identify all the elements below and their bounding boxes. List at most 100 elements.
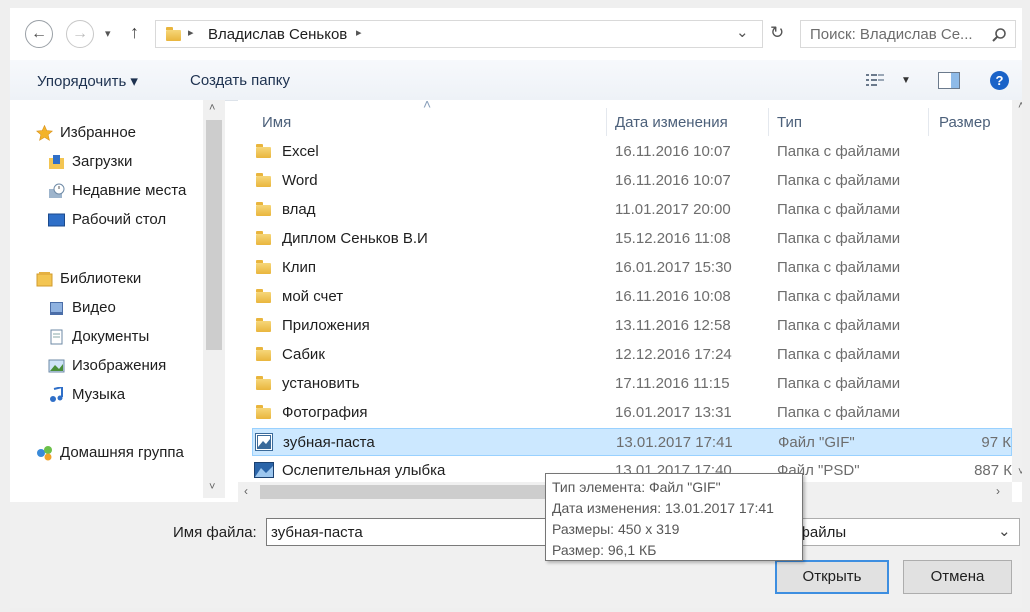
up-button[interactable]: ↑	[130, 22, 139, 43]
file-type-select[interactable]: е файлы ⌄	[780, 518, 1020, 546]
tooltip-size: Размер: 96,1 КБ	[552, 542, 657, 558]
file-name: Сабик	[282, 346, 325, 363]
file-type: Папка с файлами	[777, 259, 901, 276]
file-row[interactable]: Диплом Сеньков В.И 15.12.2016 11:08 Папка …	[252, 225, 1012, 253]
file-list-scrollbar[interactable]: ˄ ˅	[1012, 100, 1022, 482]
file-row[interactable]: мой счет 16.11.2016 10:08 Папка с файлами	[252, 283, 1012, 311]
file-row[interactable]: зубная-паста 13.01.2017 17:41 Файл "GIF" 97…	[252, 428, 1012, 456]
address-row: ← → ▾ ↑ ▸ Владислав Сеньков ▸ ⌄ ↻ Поиск:…	[10, 8, 1022, 60]
view-options-dropdown-icon[interactable]: ▼	[901, 75, 911, 86]
file-date: 11.01.2017 20:00	[615, 201, 731, 218]
navigation-scrollbar[interactable]: ˄ ˅	[203, 100, 225, 498]
folder-icon	[256, 260, 271, 274]
homegroup-icon	[36, 445, 53, 461]
scroll-up-icon[interactable]: ˄	[209, 102, 215, 114]
file-type: Папка с файлами	[777, 201, 901, 218]
file-type: Папка с файлами	[777, 404, 901, 421]
file-list: ˄ Имя Дата изменения Тип Размер Excel 16.…	[238, 100, 1012, 482]
nav-item-label: Изображения	[72, 357, 167, 374]
nav-item-label: Недавние места	[72, 182, 187, 199]
folder-icon	[256, 376, 271, 390]
scroll-right-icon[interactable]: ›	[996, 484, 1000, 498]
file-row[interactable]: установить 17.11.2016 11:15 Папка с файлам…	[252, 370, 1012, 398]
command-toolbar: Упорядочить ▾ Создать папку ▼ ?	[10, 60, 1022, 101]
new-folder-button[interactable]: Создать папку	[190, 72, 290, 89]
filename-input[interactable]: зубная-паста	[266, 518, 546, 546]
file-date: 16.01.2017 15:30	[615, 259, 732, 276]
file-type: Папка с файлами	[777, 317, 901, 334]
file-date: 17.11.2016 11:15	[615, 375, 730, 392]
file-row[interactable]: Сабик 12.12.2016 17:24 Папка с файлами	[252, 341, 1012, 369]
file-date: 16.11.2016 10:07	[615, 172, 731, 189]
refresh-button[interactable]: ↻	[770, 23, 784, 43]
nav-item-label: Видео	[72, 299, 116, 316]
address-history-dropdown-icon[interactable]: ⌄	[736, 23, 749, 41]
file-row[interactable]: влад 11.01.2017 20:00 Папка с файлами	[252, 196, 1012, 224]
file-name: Word	[282, 172, 318, 189]
column-header-date[interactable]: Дата изменения	[615, 114, 728, 131]
help-icon[interactable]: ?	[990, 71, 1009, 90]
open-button[interactable]: Открыть	[775, 560, 889, 594]
psd-image-icon	[254, 462, 274, 482]
column-divider[interactable]	[606, 108, 607, 136]
scrollbar-thumb[interactable]	[206, 120, 222, 350]
folder-icon	[256, 405, 271, 419]
file-row[interactable]: Excel 16.11.2016 10:07 Папка с файлами	[252, 138, 1012, 166]
scroll-left-icon[interactable]: ‹	[244, 484, 248, 498]
file-row[interactable]: Фотография 16.01.2017 13:31 Папка с файлам…	[252, 399, 1012, 427]
folder-icon	[256, 347, 271, 361]
file-date: 13.01.2017 17:41	[616, 434, 733, 451]
file-name: зубная-паста	[283, 434, 375, 451]
tooltip-type: Тип элемента: Файл "GIF"	[552, 479, 721, 495]
folder-icon	[166, 27, 181, 41]
forward-button[interactable]: →	[66, 20, 94, 48]
scroll-up-icon[interactable]: ˄	[1018, 100, 1022, 112]
file-row[interactable]: Клип 16.01.2017 15:30 Папка с файлами	[252, 254, 1012, 282]
search-input[interactable]: Поиск: Владислав Се...	[810, 26, 973, 43]
column-divider[interactable]	[768, 108, 769, 136]
scroll-down-icon[interactable]: ˅	[1018, 466, 1022, 478]
folder-icon	[256, 231, 271, 245]
file-size: 887 К	[974, 462, 1012, 479]
file-row[interactable]: Приложения 13.11.2016 12:58 Папка с файлам…	[252, 312, 1012, 340]
file-date: 16.01.2017 13:31	[615, 404, 732, 421]
nav-item-label: Домашняя группа	[60, 444, 184, 461]
libraries-icon	[36, 271, 53, 287]
organize-button[interactable]: Упорядочить ▾	[37, 72, 138, 90]
cancel-button[interactable]: Отмена	[903, 560, 1012, 594]
recent-locations-dropdown[interactable]: ▾	[105, 27, 111, 40]
view-options-icon[interactable]	[866, 73, 884, 87]
column-header-size[interactable]: Размер	[939, 114, 991, 131]
file-type: Папка с файлами	[777, 143, 901, 160]
forward-arrow-icon: →	[72, 25, 88, 42]
address-bar[interactable]: ▸ Владислав Сеньков ▸ ⌄	[155, 20, 763, 48]
nav-item-label: Загрузки	[72, 153, 133, 170]
search-icon[interactable]	[991, 27, 1007, 43]
file-name: Excel	[282, 143, 319, 160]
breadcrumb-current-folder[interactable]: Владислав Сеньков	[208, 26, 347, 43]
chevron-down-icon: ⌄	[998, 523, 1011, 540]
column-header-name[interactable]: Имя	[262, 114, 291, 131]
file-row[interactable]: Word 16.11.2016 10:07 Папка с файлами	[252, 167, 1012, 195]
breadcrumb-separator-icon[interactable]: ▸	[356, 26, 362, 39]
scroll-down-icon[interactable]: ˅	[209, 481, 215, 493]
video-icon	[48, 300, 65, 315]
column-divider[interactable]	[928, 108, 929, 136]
nav-item-label: Рабочий стол	[72, 211, 167, 228]
breadcrumb-separator-icon: ▸	[188, 27, 194, 39]
pictures-icon	[48, 358, 65, 373]
back-button[interactable]: ←	[25, 20, 53, 48]
star-icon	[35, 124, 54, 141]
file-size: 97 К	[981, 434, 1011, 451]
bottom-panel: Имя файла: зубная-паста е файлы ⌄ Открыт…	[10, 502, 1022, 608]
file-name: Диплом Сеньков В.И	[282, 230, 428, 247]
downloads-icon	[48, 154, 65, 169]
sort-ascending-icon: ˄	[423, 100, 432, 112]
file-name: мой счет	[282, 288, 344, 305]
search-box[interactable]: Поиск: Владислав Се...	[800, 20, 1016, 48]
folder-icon	[256, 318, 271, 332]
preview-pane-icon[interactable]	[938, 72, 960, 89]
column-header-type[interactable]: Тип	[777, 114, 802, 131]
desktop-icon	[48, 212, 65, 227]
documents-icon	[48, 329, 65, 345]
